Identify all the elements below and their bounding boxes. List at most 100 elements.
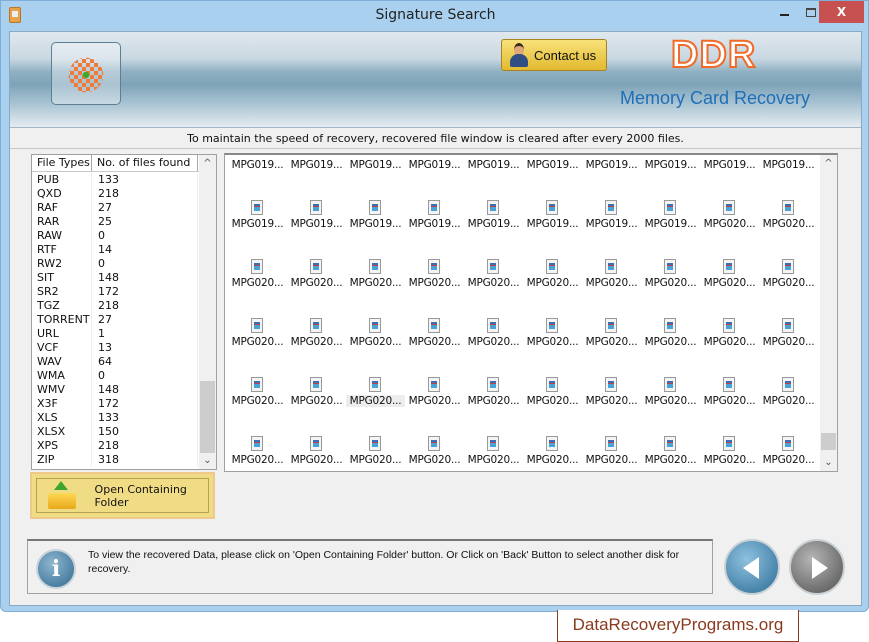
file-item[interactable]: MPG020...	[405, 436, 464, 471]
table-row[interactable]: XLS 133	[32, 411, 198, 425]
file-item[interactable]: MPG019...	[641, 200, 700, 240]
file-item[interactable]: MPG019...	[582, 200, 641, 240]
file-item[interactable]: MPG020...	[641, 377, 700, 417]
file-item[interactable]: MPG020...	[641, 259, 700, 299]
file-item[interactable]: MPG020...	[228, 318, 287, 358]
file-item[interactable]: MPG020...	[759, 200, 818, 240]
file-item[interactable]: MPG019...	[405, 155, 464, 181]
table-row[interactable]: XLSX 150	[32, 425, 198, 439]
table-row[interactable]: TORRENT 27	[32, 313, 198, 327]
file-item[interactable]: MPG020...	[641, 436, 700, 471]
table-row[interactable]: RAW 0	[32, 229, 198, 243]
next-button[interactable]	[789, 539, 845, 595]
scroll-thumb[interactable]	[821, 433, 836, 450]
close-button[interactable]: X	[819, 1, 864, 23]
table-row[interactable]: TGZ 218	[32, 299, 198, 313]
table-row[interactable]: SIT 148	[32, 271, 198, 285]
file-item[interactable]: MPG019...	[759, 155, 818, 181]
file-item[interactable]: MPG019...	[346, 200, 405, 240]
file-item[interactable]: MPG020...	[523, 436, 582, 471]
file-count-cell: 133	[92, 411, 198, 425]
file-item[interactable]: MPG020...	[464, 436, 523, 471]
table-row[interactable]: ZIP 318	[32, 453, 198, 467]
file-item[interactable]: MPG020...	[582, 259, 641, 299]
file-item[interactable]: MPG019...	[287, 155, 346, 181]
table-row[interactable]: XPS 218	[32, 439, 198, 453]
minimize-button[interactable]	[771, 1, 797, 23]
scroll-thumb[interactable]	[200, 381, 215, 453]
file-item[interactable]: MPG019...	[582, 155, 641, 181]
table-row[interactable]: WMA 0	[32, 369, 198, 383]
file-item[interactable]: MPG020...	[523, 259, 582, 299]
table-row[interactable]: VCF 13	[32, 341, 198, 355]
file-item[interactable]: MPG020...	[700, 377, 759, 417]
file-item[interactable]: MPG020...	[228, 436, 287, 471]
file-item[interactable]: MPG019...	[464, 155, 523, 181]
table-row[interactable]: SR2 172	[32, 285, 198, 299]
contact-us-button[interactable]: Contact us	[501, 39, 607, 71]
table-row[interactable]: RTF 14	[32, 243, 198, 257]
file-item[interactable]: MPG019...	[228, 155, 287, 181]
files-scrollbar[interactable]: ^ ⌄	[820, 155, 837, 471]
file-types-scrollbar[interactable]: ^ ⌄	[199, 155, 216, 469]
file-item[interactable]: MPG020...	[346, 259, 405, 299]
file-item[interactable]: MPG019...	[700, 155, 759, 181]
open-containing-folder-button[interactable]: Open Containing Folder	[30, 472, 215, 519]
file-item[interactable]: MPG020...	[405, 318, 464, 358]
file-item[interactable]: MPG020...	[759, 436, 818, 471]
file-item[interactable]: MPG020...	[405, 377, 464, 417]
file-item[interactable]: MPG019...	[641, 155, 700, 181]
file-item[interactable]: MPG020...	[523, 318, 582, 358]
table-row[interactable]: WMV 148	[32, 383, 198, 397]
file-item[interactable]: MPG020...	[700, 318, 759, 358]
file-item[interactable]: MPG019...	[287, 200, 346, 240]
file-item[interactable]: MPG019...	[346, 155, 405, 181]
file-item[interactable]: MPG019...	[228, 200, 287, 240]
scroll-up-icon[interactable]: ^	[199, 155, 216, 172]
scroll-up-icon[interactable]: ^	[820, 155, 837, 172]
table-row[interactable]: X3F 172	[32, 397, 198, 411]
file-item[interactable]: MPG020...	[759, 377, 818, 417]
table-row[interactable]: PUB 133	[32, 173, 198, 187]
file-item[interactable]: MPG019...	[405, 200, 464, 240]
file-item[interactable]: MPG020...	[464, 377, 523, 417]
file-item[interactable]: MPG020...	[287, 259, 346, 299]
table-row[interactable]: WAV 64	[32, 355, 198, 369]
column-header-files-found[interactable]: No. of files found	[92, 155, 198, 171]
file-item[interactable]: MPG020...	[641, 318, 700, 358]
file-name: MPG020...	[526, 336, 579, 348]
file-item[interactable]: MPG020...	[700, 436, 759, 471]
table-row[interactable]: QXD 218	[32, 187, 198, 201]
table-row[interactable]: RAF 27	[32, 201, 198, 215]
file-item[interactable]: MPG019...	[464, 200, 523, 240]
scroll-down-icon[interactable]: ⌄	[820, 454, 837, 471]
file-item[interactable]: MPG020...	[287, 436, 346, 471]
file-item[interactable]: MPG020...	[228, 259, 287, 299]
file-item[interactable]: MPG020...	[287, 377, 346, 417]
file-item[interactable]: MPG020...	[228, 377, 287, 417]
table-row[interactable]: RAR 25	[32, 215, 198, 229]
back-button[interactable]	[724, 539, 780, 595]
file-item[interactable]: MPG020...	[582, 377, 641, 417]
file-item[interactable]: MPG020...	[700, 200, 759, 240]
file-item[interactable]: MPG019...	[523, 200, 582, 240]
scroll-down-icon[interactable]: ⌄	[199, 452, 216, 469]
file-item[interactable]: MPG020...	[582, 436, 641, 471]
file-item[interactable]: MPG020...	[700, 259, 759, 299]
file-item[interactable]: MPG020...	[759, 259, 818, 299]
table-row[interactable]: URL 1	[32, 327, 198, 341]
file-item[interactable]: MPG020...	[464, 259, 523, 299]
file-item[interactable]: MPG020...	[346, 377, 405, 417]
file-item[interactable]: MPG020...	[287, 318, 346, 358]
table-row[interactable]: RW2 0	[32, 257, 198, 271]
file-item[interactable]: MPG020...	[582, 318, 641, 358]
file-item[interactable]: MPG020...	[759, 318, 818, 358]
file-item[interactable]: MPG020...	[405, 259, 464, 299]
file-item[interactable]: MPG020...	[346, 436, 405, 471]
file-item[interactable]: MPG020...	[464, 318, 523, 358]
file-item[interactable]: MPG019...	[523, 155, 582, 181]
file-item[interactable]: MPG020...	[346, 318, 405, 358]
video-file-icon	[605, 436, 617, 451]
file-item[interactable]: MPG020...	[523, 377, 582, 417]
column-header-file-types[interactable]: File Types	[32, 155, 92, 171]
